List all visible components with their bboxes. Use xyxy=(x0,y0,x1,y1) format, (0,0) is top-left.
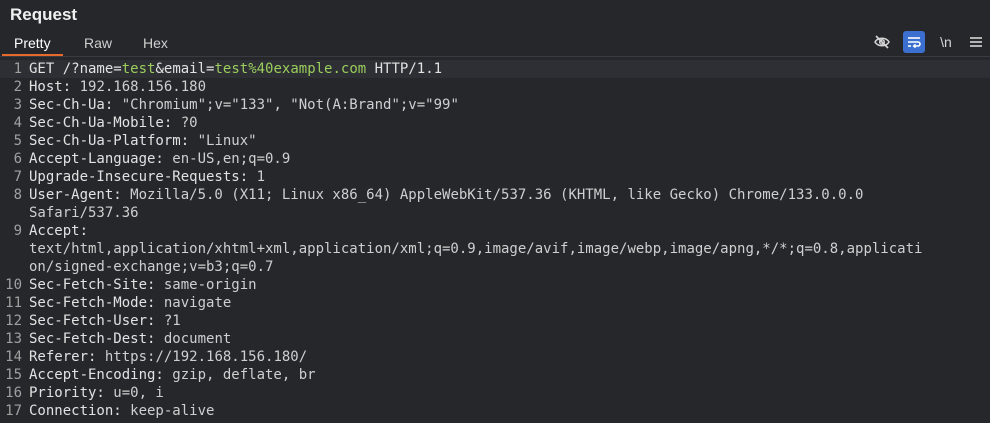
header-name: Sec-Fetch-Dest: xyxy=(29,331,156,347)
editor-line: 15 Accept-Encoding: gzip, deflate, br xyxy=(0,366,990,384)
header-name: Sec-Fetch-User: xyxy=(29,313,156,329)
line-number: 9 xyxy=(13,223,22,239)
header-name: Sec-Fetch-Mode: xyxy=(29,295,156,311)
header-name: Upgrade-Insecure-Requests: xyxy=(29,169,249,185)
editor-line: 10 Sec-Fetch-Site: same-origin xyxy=(0,276,990,294)
line-number: 11 xyxy=(5,295,22,311)
editor-line-wrapped: on/signed-exchange;v=b3;q=0.7 xyxy=(0,258,990,276)
line-number: 12 xyxy=(5,313,22,329)
header-name: Accept: xyxy=(29,223,89,239)
hamburger-menu-icon[interactable] xyxy=(965,31,987,53)
header-name: Host: xyxy=(29,79,72,95)
header-value: ?1 xyxy=(155,313,181,329)
wrap-lines-glyph xyxy=(908,37,921,49)
editor-line: 11 Sec-Fetch-Mode: navigate xyxy=(0,294,990,312)
header-value-continuation: text/html,application/xhtml+xml,applicat… xyxy=(29,241,923,257)
header-divider xyxy=(0,56,990,57)
editor-line-wrapped: text/html,application/xhtml+xml,applicat… xyxy=(0,240,990,258)
header-name: User-Agent: xyxy=(29,187,122,203)
header-name: Sec-Ch-Ua-Mobile: xyxy=(29,115,173,131)
tab-pretty[interactable]: Pretty xyxy=(2,30,63,56)
header-name: Accept-Encoding: xyxy=(29,367,164,383)
request-line: GET /?name=test&email=test%40example.com… xyxy=(29,60,442,78)
editor-line: 8 User-Agent: Mozilla/5.0 (X11; Linux x8… xyxy=(0,186,990,204)
editor-line: 1 GET /?name=test&email=test%40example.c… xyxy=(0,60,990,78)
header-value: u=0, i xyxy=(104,385,164,401)
line-number: 3 xyxy=(13,97,22,113)
header-name: Priority: xyxy=(29,385,105,401)
show-newlines-button[interactable]: \n xyxy=(935,31,957,53)
editor-line: 13 Sec-Fetch-Dest: document xyxy=(0,330,990,348)
header-value: "Chromium";v="133", "Not(A:Brand";v="99" xyxy=(113,97,459,113)
header-value: en-US,en;q=0.9 xyxy=(163,151,291,167)
wrap-lines-icon[interactable] xyxy=(903,31,925,53)
editor-line: 4 Sec-Ch-Ua-Mobile: ?0 xyxy=(0,114,990,132)
line-number: 6 xyxy=(13,151,22,167)
param-key: email xyxy=(163,61,207,77)
editor-line: 9 Accept: xyxy=(0,222,990,240)
param-value: test%40example.com xyxy=(214,61,367,77)
line-number: 5 xyxy=(13,133,22,149)
line-number: 13 xyxy=(5,331,22,347)
header-name: Sec-Fetch-Site: xyxy=(29,277,156,293)
editor-line: 14 Referer: https://192.168.156.180/ xyxy=(0,348,990,366)
header-value: "Linux" xyxy=(189,133,257,149)
header-value: document xyxy=(155,331,232,347)
header-value: keep-alive xyxy=(121,403,215,419)
eye-slash-glyph xyxy=(874,35,890,49)
line-number: 2 xyxy=(13,79,22,95)
editor-line: 16 Priority: u=0, i xyxy=(0,384,990,402)
request-protocol: HTTP/1.1 xyxy=(366,61,443,77)
line-number: 8 xyxy=(13,187,22,203)
header-value: gzip, deflate, br xyxy=(163,367,316,383)
header-value: ?0 xyxy=(172,115,198,131)
line-number: 15 xyxy=(5,367,22,383)
request-method-path: GET /? xyxy=(29,61,80,77)
header-name: Referer: xyxy=(29,349,97,365)
header-value: https://192.168.156.180/ xyxy=(96,349,308,365)
hamburger-glyph xyxy=(970,37,982,47)
tab-hex[interactable]: Hex xyxy=(143,30,168,56)
header-name: Connection: xyxy=(29,403,122,419)
param-eq: = xyxy=(113,61,122,77)
tab-raw[interactable]: Raw xyxy=(84,30,112,56)
editor-line-wrapped: Safari/537.36 xyxy=(0,204,990,222)
line-number: 16 xyxy=(5,385,22,401)
param-separator: & xyxy=(155,61,164,77)
header-value-continuation: on/signed-exchange;v=b3;q=0.7 xyxy=(29,259,274,275)
eye-slash-icon[interactable] xyxy=(871,31,893,53)
header-value: same-origin xyxy=(155,277,257,293)
line-number: 17 xyxy=(5,403,22,419)
param-value: test xyxy=(121,61,156,77)
header-value: 1 xyxy=(248,169,266,185)
line-number: 1 xyxy=(13,61,22,77)
editor-line: 7 Upgrade-Insecure-Requests: 1 xyxy=(0,168,990,186)
editor-line: 5 Sec-Ch-Ua-Platform: "Linux" xyxy=(0,132,990,150)
editor-line: 12 Sec-Fetch-User: ?1 xyxy=(0,312,990,330)
header-value: 192.168.156.180 xyxy=(71,79,207,95)
line-number: 14 xyxy=(5,349,22,365)
editor-line: 2 Host: 192.168.156.180 xyxy=(0,78,990,96)
header-name: Sec-Ch-Ua: xyxy=(29,97,114,113)
request-editor[interactable]: 1 GET /?name=test&email=test%40example.c… xyxy=(0,58,990,423)
line-number: 10 xyxy=(5,277,22,293)
param-key: name xyxy=(79,61,114,77)
editor-line: 17 Connection: keep-alive xyxy=(0,402,990,420)
header-value-continuation: Safari/537.36 xyxy=(29,205,139,221)
panel-title: Request xyxy=(10,5,78,24)
header-value: Mozilla/5.0 (X11; Linux x86_64) AppleWeb… xyxy=(121,187,864,203)
editor-line: 6 Accept-Language: en-US,en;q=0.9 xyxy=(0,150,990,168)
header-name: Accept-Language: xyxy=(29,151,164,167)
line-number: 4 xyxy=(13,115,22,131)
editor-line: 3 Sec-Ch-Ua: "Chromium";v="133", "Not(A:… xyxy=(0,96,990,114)
header-name: Sec-Ch-Ua-Platform: xyxy=(29,133,190,149)
header-value: navigate xyxy=(155,295,232,311)
line-number: 7 xyxy=(13,169,22,185)
